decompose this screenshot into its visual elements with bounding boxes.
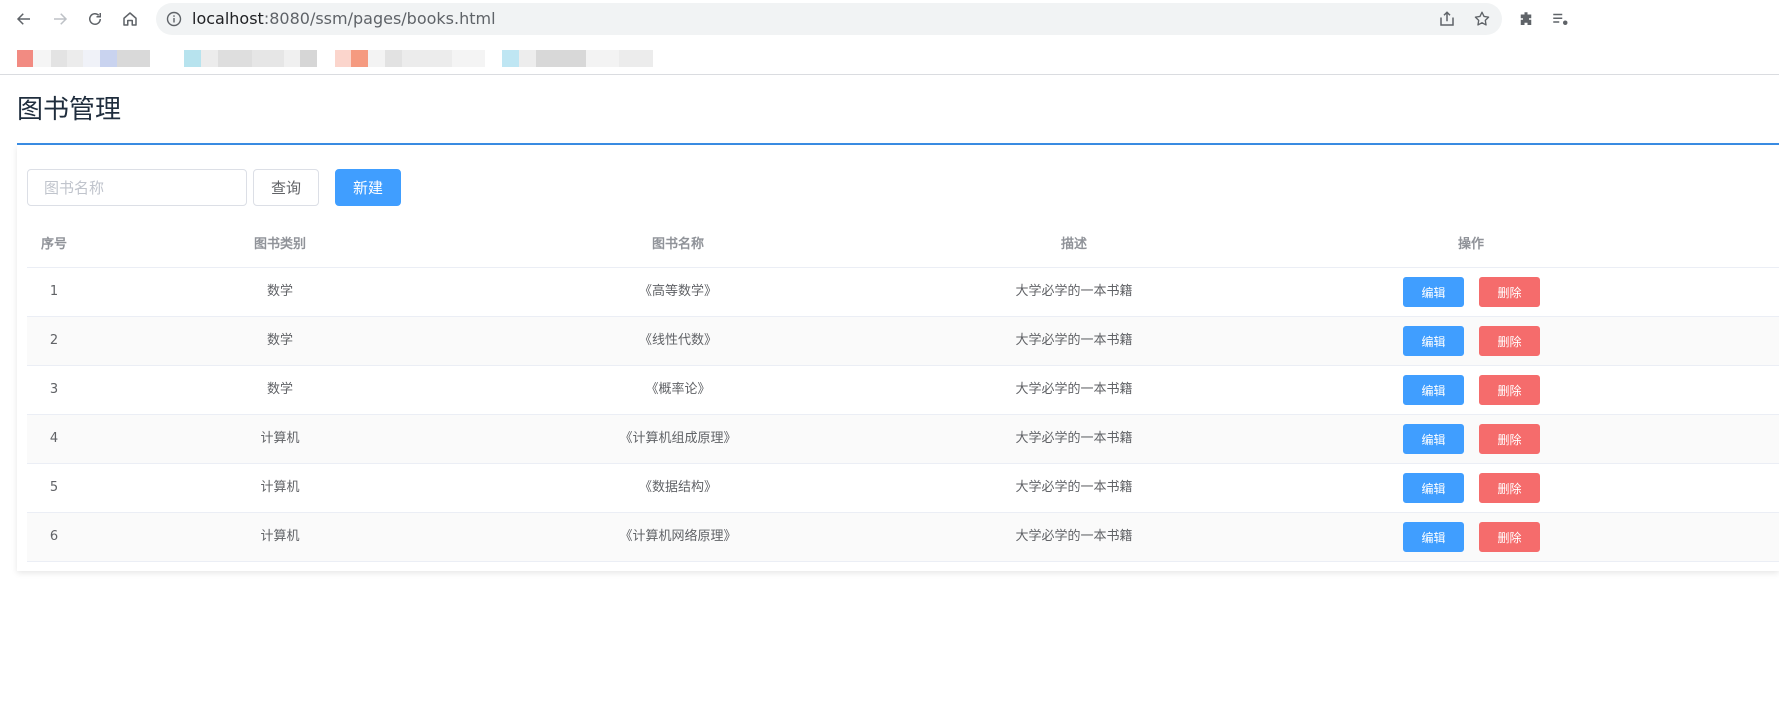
delete-button[interactable]: 删除 xyxy=(1479,375,1540,405)
address-bar[interactable]: localhost:8080/ssm/pages/books.html xyxy=(156,3,1502,35)
cell-book-name: 《计算机网络原理》 xyxy=(619,529,737,544)
browser-toolbar: localhost:8080/ssm/pages/books.html xyxy=(0,0,1779,38)
cell-no: 1 xyxy=(49,284,59,299)
cell-no: 5 xyxy=(49,480,59,495)
delete-button[interactable]: 删除 xyxy=(1479,424,1540,454)
header-category: 图书类别 xyxy=(253,237,306,252)
cell-category: 数学 xyxy=(266,333,293,348)
table-row: 5 计算机 《数据结构》 大学必学的一本书籍 编辑 删除 xyxy=(27,464,1779,513)
cell-no: 2 xyxy=(49,333,59,348)
new-book-button[interactable]: 新建 xyxy=(335,169,401,206)
bookmark-item[interactable] xyxy=(335,50,485,67)
bookmarks-bar xyxy=(0,38,1779,74)
cell-no: 3 xyxy=(49,382,59,397)
cell-no: 4 xyxy=(49,431,59,446)
cell-description: 大学必学的一本书籍 xyxy=(1015,431,1133,446)
page-title: 图书管理 xyxy=(17,95,122,125)
reload-button[interactable] xyxy=(82,6,108,32)
cell-category: 数学 xyxy=(266,382,293,397)
header-no: 序号 xyxy=(40,237,67,252)
url-text[interactable]: localhost:8080/ssm/pages/books.html xyxy=(192,10,496,28)
cell-book-name: 《计算机组成原理》 xyxy=(619,431,737,446)
delete-button[interactable]: 删除 xyxy=(1479,326,1540,356)
edit-button[interactable]: 编辑 xyxy=(1403,277,1464,307)
forward-button[interactable] xyxy=(47,6,73,32)
edit-button[interactable]: 编辑 xyxy=(1403,522,1464,552)
edit-button[interactable]: 编辑 xyxy=(1403,326,1464,356)
reading-list-icon[interactable] xyxy=(1551,10,1569,28)
arrow-left-icon xyxy=(16,13,30,25)
books-table: 序号 图书类别 图书名称 描述 操作 1 数学 《高等数学》 大学必学的一本书籍… xyxy=(27,223,1779,562)
back-button[interactable] xyxy=(11,6,37,32)
table-row: 4 计算机 《计算机组成原理》 大学必学的一本书籍 编辑 删除 xyxy=(27,415,1779,464)
bookmark-item[interactable] xyxy=(17,50,150,67)
cell-category: 计算机 xyxy=(260,480,300,495)
toolbar-divider xyxy=(0,74,1779,75)
header-operations: 操作 xyxy=(1457,237,1484,252)
bookmark-item[interactable] xyxy=(184,50,317,67)
table-row: 3 数学 《概率论》 大学必学的一本书籍 编辑 删除 xyxy=(27,366,1779,415)
cell-book-name: 《概率论》 xyxy=(645,382,711,397)
edit-button[interactable]: 编辑 xyxy=(1403,375,1464,405)
home-icon xyxy=(123,12,137,26)
delete-button[interactable]: 删除 xyxy=(1479,277,1540,307)
arrow-right-icon xyxy=(54,13,68,25)
edit-button[interactable]: 编辑 xyxy=(1403,473,1464,503)
cell-book-name: 《高等数学》 xyxy=(638,284,717,299)
query-button[interactable]: 查询 xyxy=(253,169,319,206)
book-name-search-input[interactable] xyxy=(27,169,247,206)
url-host: localhost xyxy=(192,9,264,28)
cell-description: 大学必学的一本书籍 xyxy=(1015,529,1133,544)
cell-no: 6 xyxy=(49,529,59,544)
edit-button[interactable]: 编辑 xyxy=(1403,424,1464,454)
cell-description: 大学必学的一本书籍 xyxy=(1015,284,1133,299)
table-header: 序号 图书类别 图书名称 描述 操作 xyxy=(27,223,1779,268)
reload-icon xyxy=(89,13,101,25)
delete-button[interactable]: 删除 xyxy=(1479,522,1540,552)
header-description: 描述 xyxy=(1060,237,1087,252)
extensions-icon[interactable] xyxy=(1517,10,1535,28)
url-path: :8080/ssm/pages/books.html xyxy=(263,9,496,28)
table-row: 2 数学 《线性代数》 大学必学的一本书籍 编辑 删除 xyxy=(27,317,1779,366)
cell-book-name: 《线性代数》 xyxy=(638,333,717,348)
delete-button[interactable]: 删除 xyxy=(1479,473,1540,503)
site-info-icon[interactable] xyxy=(166,11,182,27)
cell-book-name: 《数据结构》 xyxy=(638,480,717,495)
share-icon[interactable] xyxy=(1438,10,1456,28)
cell-description: 大学必学的一本书籍 xyxy=(1015,480,1133,495)
table-row: 6 计算机 《计算机网络原理》 大学必学的一本书籍 编辑 删除 xyxy=(27,513,1779,562)
table-row: 1 数学 《高等数学》 大学必学的一本书籍 编辑 删除 xyxy=(27,268,1779,317)
cell-category: 计算机 xyxy=(260,529,300,544)
star-icon[interactable] xyxy=(1473,10,1491,28)
cell-description: 大学必学的一本书籍 xyxy=(1015,382,1133,397)
home-button[interactable] xyxy=(117,6,143,32)
cell-category: 数学 xyxy=(266,284,293,299)
header-book-name: 图书名称 xyxy=(651,237,704,252)
cell-description: 大学必学的一本书籍 xyxy=(1015,333,1133,348)
bookmark-item[interactable] xyxy=(502,50,653,67)
cell-category: 计算机 xyxy=(260,431,300,446)
